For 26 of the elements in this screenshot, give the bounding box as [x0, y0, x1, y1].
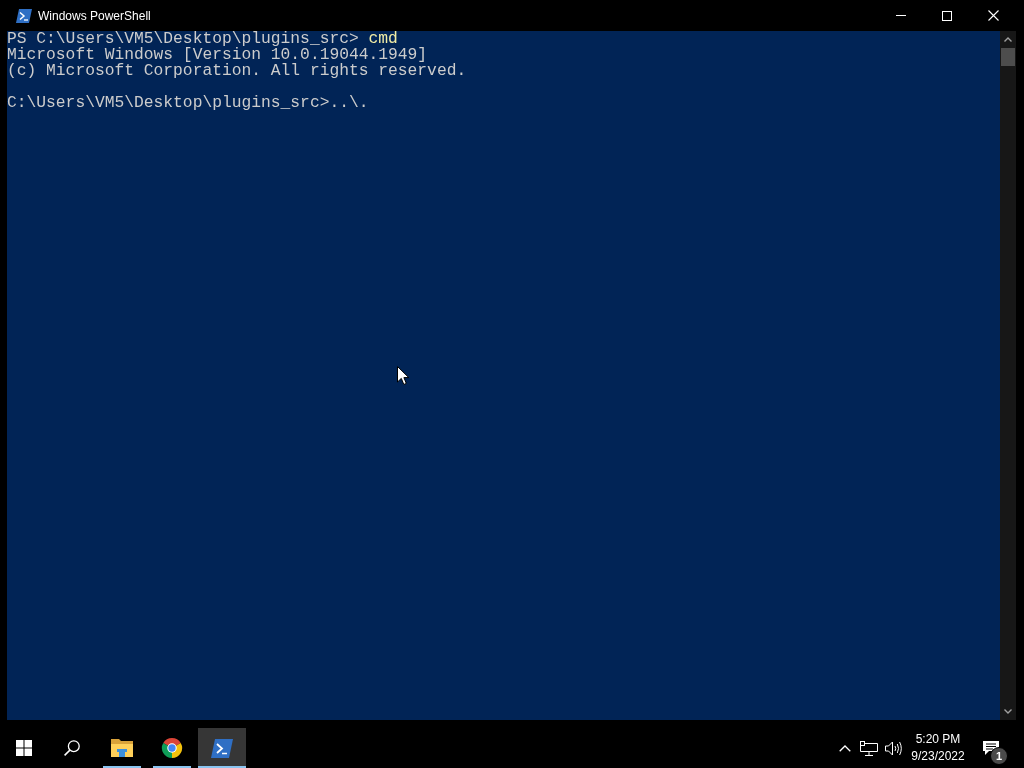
console-line: C:\Users\VM5\Desktop\plugins_src>..\.: [7, 95, 369, 111]
mouse-pointer-icon: [397, 366, 410, 386]
folder-icon: [111, 738, 133, 758]
search-icon: [64, 740, 80, 756]
close-icon: [987, 10, 999, 21]
chevron-up-icon[interactable]: [839, 744, 851, 752]
speaker-icon[interactable]: [884, 740, 902, 756]
prompt-icon: [211, 738, 233, 758]
minimize-icon: [896, 15, 906, 16]
maximize-icon: [942, 10, 952, 21]
taskbar-app-button[interactable]: [198, 728, 246, 768]
chevron-up-icon: [1004, 37, 1012, 42]
monitor-icon[interactable]: [860, 740, 878, 756]
prompt-icon: [16, 8, 32, 23]
console-line: Microsoft Windows [Version 10.0.19044.1949]: [7, 47, 428, 63]
console-line: PS C:\Users\VM5\Desktop\plugins_src> cmd: [7, 31, 398, 47]
four-squares-icon: [16, 740, 32, 756]
clock-time[interactable]: 5:20 PM: [915, 731, 961, 748]
round-logo-icon: [161, 737, 183, 759]
console-line: (c) Microsoft Corporation. All rights reserved.: [7, 63, 467, 79]
scroll-thumb[interactable]: [1001, 48, 1015, 66]
chevron-down-icon: [1004, 709, 1012, 714]
notification-button[interactable]: 1: [971, 728, 1013, 768]
clock-date[interactable]: 9/23/2022: [911, 748, 965, 765]
window-title: Windows PowerShell: [38, 8, 151, 23]
notification-badge: 1: [990, 747, 1008, 765]
